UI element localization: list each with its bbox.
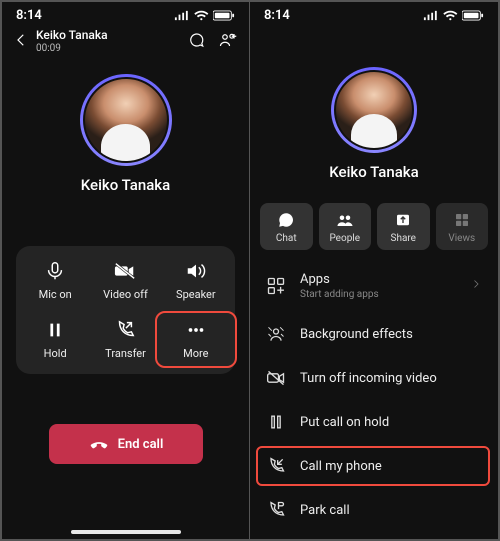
battery-icon [462, 10, 484, 21]
video-label: Video off [103, 288, 148, 301]
more-menu: Apps Start adding apps Background effect… [250, 260, 498, 540]
more-icon [185, 319, 207, 341]
transfer-label: Transfer [105, 347, 146, 360]
top-bar: Keiko Tanaka 00:09 [2, 23, 249, 56]
share-label: Share [391, 233, 416, 244]
menu-hold[interactable]: Put call on hold [250, 400, 498, 444]
people-icon [336, 211, 354, 229]
avatar-ring [80, 74, 172, 166]
status-icons [174, 10, 235, 21]
caller-info: Keiko Tanaka 00:09 [36, 29, 108, 54]
people-button[interactable]: People [319, 203, 372, 250]
views-icon [453, 211, 471, 229]
menu-call-my-phone[interactable]: Call my phone [250, 444, 498, 488]
hold-button[interactable]: Hold [20, 319, 90, 360]
menu-turn-off-incoming[interactable]: Turn off incoming video [250, 356, 498, 400]
end-call-label: End call [118, 437, 164, 452]
avatar [334, 70, 414, 150]
park-call-icon [266, 500, 286, 520]
screenshot-pair: 8:14 Keiko Tanaka 00:09 [0, 0, 500, 541]
menu-background-effects[interactable]: Background effects [250, 312, 498, 356]
status-bar: 8:14 [2, 2, 249, 23]
menu-bg-label: Background effects [300, 327, 413, 342]
participant-name: Keiko Tanaka [329, 163, 418, 181]
avatar [83, 77, 169, 163]
call-duration: 00:09 [36, 43, 108, 54]
hold-icon [44, 319, 66, 341]
mic-label: Mic on [39, 288, 72, 301]
speaker-button[interactable]: Speaker [161, 260, 231, 301]
background-effects-icon [266, 324, 286, 344]
people-add-icon[interactable] [219, 31, 237, 53]
video-off-icon [266, 368, 286, 388]
video-button[interactable]: Video off [90, 260, 160, 301]
chevron-left-icon [12, 31, 30, 53]
menu-transfer[interactable]: Transfer [250, 532, 498, 540]
wifi-icon [194, 10, 209, 21]
phone-left: 8:14 Keiko Tanaka 00:09 [1, 1, 250, 540]
menu-apps[interactable]: Apps Start adding apps [250, 260, 498, 312]
menu-incoming-label: Turn off incoming video [300, 371, 437, 386]
back-area[interactable]: Keiko Tanaka 00:09 [12, 29, 108, 54]
hangup-icon [88, 433, 110, 455]
transfer-icon [114, 319, 136, 341]
apps-icon [266, 276, 286, 296]
chat-icon [277, 211, 295, 229]
cell-signal-icon [174, 10, 191, 21]
more-label: More [183, 347, 208, 360]
video-off-icon [114, 260, 136, 282]
phone-right: 8:14 Keiko Tanaka Chat People [250, 1, 499, 540]
people-label: People [329, 233, 360, 244]
avatar-ring [331, 67, 417, 153]
share-button[interactable]: Share [377, 203, 430, 250]
hold-label: Hold [44, 347, 67, 360]
mic-button[interactable]: Mic on [20, 260, 90, 301]
mic-icon [44, 260, 66, 282]
home-indicator [71, 530, 181, 534]
menu-callmyphone-label: Call my phone [300, 459, 382, 474]
menu-apps-sub: Start adding apps [300, 289, 456, 300]
more-button[interactable]: More [161, 319, 231, 360]
quick-actions: Chat People Share Views [250, 203, 498, 250]
participant: Keiko Tanaka [250, 67, 498, 181]
transfer-button[interactable]: Transfer [90, 319, 160, 360]
call-my-phone-icon [266, 456, 286, 476]
menu-park-call[interactable]: Park call [250, 488, 498, 532]
menu-apps-label: Apps [300, 272, 456, 287]
participant-name: Keiko Tanaka [81, 176, 170, 194]
wifi-icon [443, 10, 458, 21]
cell-signal-icon [423, 10, 440, 21]
chevron-right-icon [470, 278, 482, 294]
status-time: 8:14 [16, 8, 42, 23]
views-label: Views [448, 233, 475, 244]
chat-icon[interactable] [187, 31, 205, 53]
menu-park-label: Park call [300, 503, 350, 518]
participant: Keiko Tanaka [2, 74, 249, 194]
hold-icon [266, 412, 286, 432]
views-button[interactable]: Views [436, 203, 489, 250]
status-icons [423, 10, 484, 21]
speaker-label: Speaker [176, 288, 216, 301]
speaker-icon [185, 260, 207, 282]
caller-name: Keiko Tanaka [36, 29, 108, 42]
menu-hold-label: Put call on hold [300, 415, 389, 430]
share-icon [394, 211, 412, 229]
status-time: 8:14 [264, 8, 290, 23]
chat-button[interactable]: Chat [260, 203, 313, 250]
end-call-button[interactable]: End call [49, 424, 203, 464]
status-bar: 8:14 [250, 2, 498, 23]
call-controls: Mic on Video off Speaker Hold Transfer [16, 246, 235, 374]
battery-icon [213, 10, 235, 21]
chat-label: Chat [276, 233, 297, 244]
